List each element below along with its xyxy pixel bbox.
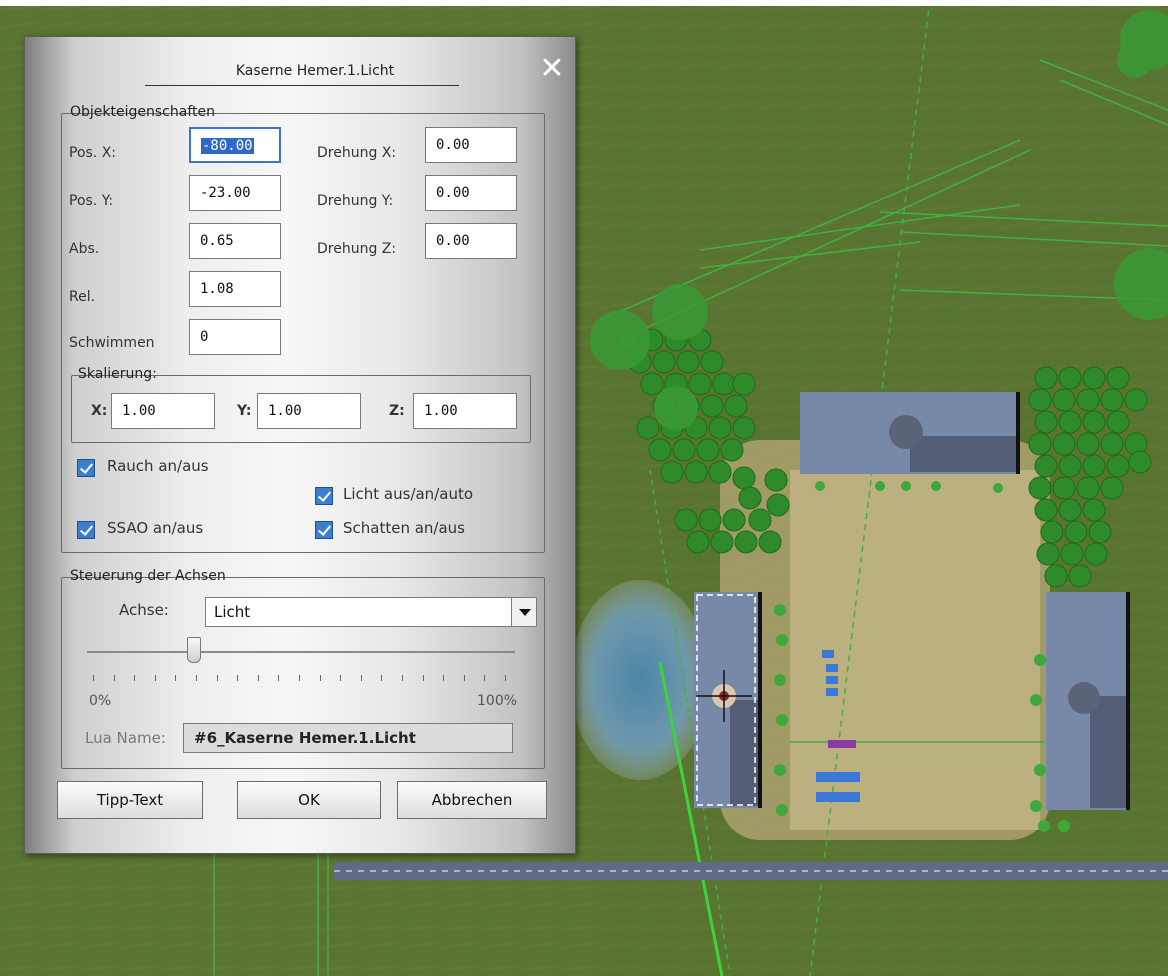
rot-x-input[interactable]: 0.00 (425, 127, 517, 163)
axes-control-legend: Steuerung der Achsen (70, 568, 226, 584)
ok-button[interactable]: OK (237, 781, 381, 819)
ssao-label: SSAO an/aus (107, 519, 204, 537)
abs-input[interactable]: 0.65 (189, 223, 281, 259)
slider-tick (154, 675, 156, 681)
pos-x-input[interactable]: -80.00 (189, 127, 281, 163)
slider-max-label: 100% (477, 693, 518, 709)
slider-tick (402, 675, 403, 681)
pos-y-label: Pos. Y: (69, 193, 114, 209)
scale-y-label: Y: (237, 403, 252, 419)
slider-tick (319, 675, 321, 681)
top-strip (0, 0, 1168, 6)
rot-z-input[interactable]: 0.00 (425, 223, 517, 259)
scale-z-label: Z: (389, 403, 405, 419)
pond (570, 580, 710, 780)
scale-z-input[interactable]: 1.00 (413, 393, 517, 429)
axis-label: Achse: (119, 601, 169, 619)
tipp-text-button[interactable]: Tipp-Text (57, 781, 203, 819)
schatten-checkbox[interactable] (315, 521, 333, 539)
slider-tick (257, 675, 259, 681)
scale-x-label: X: (91, 403, 108, 419)
slider-min-label: 0% (89, 693, 112, 709)
slider-tick (299, 675, 300, 681)
axis-dropdown[interactable]: Licht (205, 597, 513, 627)
lua-name-field: #6_Kaserne Hemer.1.Licht (183, 723, 513, 753)
pos-y-input[interactable]: -23.00 (189, 175, 281, 211)
axis-slider-thumb[interactable] (187, 637, 201, 663)
rot-y-label: Drehung Y: (317, 193, 394, 209)
chevron-down-icon[interactable] (511, 597, 537, 627)
schatten-label: Schatten an/aus (343, 519, 465, 537)
pos-x-value: -80.00 (201, 138, 254, 154)
schwimmen-input[interactable]: 0 (189, 319, 281, 355)
rel-input[interactable]: 1.08 (189, 271, 281, 307)
slider-tick (381, 675, 383, 681)
slider-tick (443, 675, 445, 681)
slider-tick (134, 675, 136, 681)
slider-tick (484, 675, 486, 681)
object-properties-dialog: Kaserne Hemer.1.Licht ✕ Objekteigenschaf… (24, 36, 576, 854)
abs-label: Abs. (69, 241, 100, 257)
close-icon[interactable]: ✕ (537, 54, 567, 85)
rot-z-label: Drehung Z: (317, 241, 397, 257)
ssao-checkbox[interactable] (77, 521, 95, 539)
rot-y-input[interactable]: 0.00 (425, 175, 517, 211)
axis-slider-track[interactable] (87, 651, 515, 653)
scale-x-input[interactable]: 1.00 (111, 393, 215, 429)
rot-x-label: Drehung X: (317, 145, 397, 161)
slider-tick (216, 675, 218, 681)
rel-label: Rel. (69, 289, 96, 305)
slider-tick (175, 675, 177, 681)
object-properties-legend: Objekteigenschaften (70, 104, 215, 120)
lua-name-label: Lua Name: (85, 729, 166, 747)
slider-tick (463, 675, 465, 681)
rauch-label: Rauch an/aus (107, 457, 209, 475)
pos-x-label: Pos. X: (69, 145, 117, 161)
slider-tick (113, 675, 115, 681)
building-right (1046, 592, 1130, 810)
dialog-title: Kaserne Hemer.1.Licht (235, 63, 395, 79)
schwimmen-label: Schwimmen (69, 335, 155, 351)
slider-tick (237, 675, 239, 681)
slider-tick (196, 675, 197, 681)
slider-tick (360, 675, 362, 681)
slider-tick (505, 675, 506, 681)
building-top (800, 392, 1020, 474)
title-divider (145, 85, 459, 86)
slider-tick (422, 675, 424, 681)
building-left-selected (694, 592, 762, 808)
slider-tick (340, 675, 342, 681)
licht-label: Licht aus/an/auto (343, 485, 474, 503)
slider-tick (93, 675, 94, 681)
licht-checkbox[interactable] (315, 487, 333, 505)
rauch-checkbox[interactable] (77, 459, 95, 477)
slider-tick (278, 675, 280, 681)
scale-y-input[interactable]: 1.00 (257, 393, 361, 429)
scaling-legend: Skalierung: (78, 366, 157, 382)
cancel-button[interactable]: Abbrechen (397, 781, 547, 819)
